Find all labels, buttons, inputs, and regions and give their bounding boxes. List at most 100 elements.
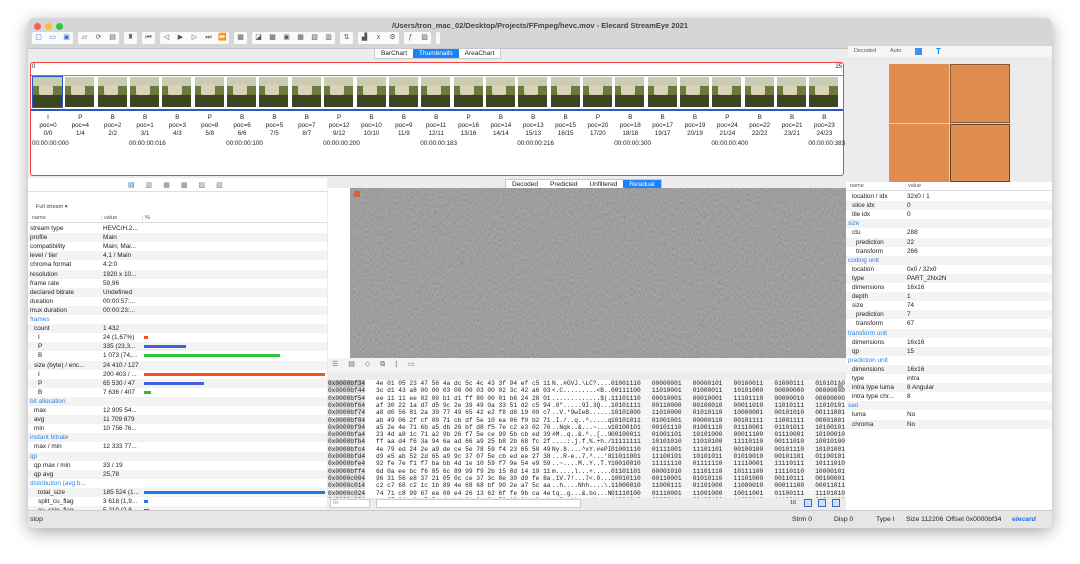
table-row[interactable]: qp 15 <box>846 346 1052 356</box>
table-row[interactable]: mux duration 00:00:23:... <box>28 305 327 315</box>
hex-row[interactable]: 0x0000bfd4 d9 e5 ab 52 2d 65 a9 9c 37 07 … <box>328 453 846 461</box>
table-row[interactable]: split_cu_flag 3 618 (1,9... <box>28 497 327 506</box>
table-row[interactable]: prediction 7 <box>846 310 1052 320</box>
frame-thumbnail[interactable] <box>193 76 225 108</box>
reload-icon[interactable]: ⟳ <box>94 32 103 44</box>
table-row[interactable]: stream type HEVC/H.2... <box>28 224 327 233</box>
table-row[interactable]: location 0x0 / 32x0 <box>846 264 1052 274</box>
frame-thumbnail[interactable] <box>355 76 387 108</box>
table-row[interactable]: duration 00:00:57:... <box>28 296 327 306</box>
view-mode-1-button[interactable] <box>804 499 812 507</box>
compare-icon[interactable]: ▨ <box>420 32 429 44</box>
hex-row[interactable]: 0x0000bfa4 23 4d a8 1c 71 a2 9b 26 f7 5e … <box>328 431 846 439</box>
frame-thumbnail[interactable] <box>581 76 613 108</box>
play-icon[interactable]: ▶ <box>176 32 185 44</box>
prev-frame-icon[interactable]: ◁ <box>162 32 171 44</box>
frame-thumbnail[interactable] <box>64 76 96 108</box>
info-view-icon[interactable]: ▤ <box>128 181 135 189</box>
frame-thumbnail[interactable] <box>614 76 646 108</box>
frame-thumbnail[interactable] <box>743 76 775 108</box>
blocks-icon[interactable]: ▩ <box>268 32 277 44</box>
hex-row[interactable]: 0x0000bf54 ee 11 11 ee 02 00 b1 d1 ff 80 … <box>328 394 846 402</box>
table-row[interactable]: resolution 1920 x 10... <box>28 269 327 279</box>
frame-thumbnail[interactable] <box>290 76 322 108</box>
section-header[interactable]: frames <box>28 315 327 324</box>
hex-row[interactable]: 0x0000bf44 3c d1 43 a8 00 00 03 00 00 03 … <box>328 387 846 395</box>
table-row[interactable]: declared bitrate Undefined <box>28 287 327 297</box>
frame-thumbnail[interactable] <box>96 76 128 108</box>
table-row[interactable]: min 10 756 76... <box>28 424 327 434</box>
table-row[interactable]: type PART_2Nx2N <box>846 273 1052 283</box>
section-header[interactable]: sao <box>846 401 1052 411</box>
table-row[interactable]: count 1 432 <box>28 324 327 334</box>
block-quadrant[interactable] <box>889 123 949 182</box>
frame-thumbnail[interactable] <box>420 76 452 108</box>
table-row[interactable]: location / idx 32x0 / 1 <box>846 192 1052 201</box>
hex-search-input[interactable] <box>376 499 581 508</box>
hex-view-icon[interactable]: ☰ <box>332 358 338 372</box>
compare-icon[interactable]: ⧉ <box>380 358 385 372</box>
table-row[interactable]: max / min 12 333 77... <box>28 442 327 452</box>
table-row[interactable]: prediction 22 <box>846 237 1052 247</box>
fast-forward-icon[interactable]: ⏩ <box>218 32 227 44</box>
frame-thumbnail[interactable] <box>808 76 840 108</box>
grid-icon[interactable]: ▦ <box>236 32 245 44</box>
frame-thumbnail[interactable] <box>387 76 419 108</box>
frame-thumbnail[interactable] <box>258 76 290 108</box>
block-quadrant[interactable] <box>889 64 949 123</box>
table-row[interactable]: ctu 288 <box>846 228 1052 238</box>
frame-thumbnail[interactable] <box>679 76 710 108</box>
open-file-icon[interactable]: ▱ <box>80 32 89 44</box>
table-row[interactable]: I 24 (1,67%) <box>28 333 327 343</box>
hex-row[interactable]: 0x0000c024 74 71 c8 99 67 ea 00 e4 26 13 … <box>328 489 846 497</box>
frame-thumbnail[interactable] <box>517 76 549 108</box>
frame-thumbnail[interactable] <box>161 76 193 108</box>
table-row[interactable]: qp avg 25,78 <box>28 469 327 479</box>
first-frame-icon[interactable]: ⏮ <box>144 32 153 44</box>
layout-left-icon[interactable]: ▢ <box>34 32 43 44</box>
chart-view-icon[interactable]: ▨ <box>199 181 206 189</box>
pattern-icon[interactable]: ▧ <box>310 32 319 44</box>
table-row[interactable]: P 335 (23,3... <box>28 342 327 352</box>
mv-icon[interactable]: ▣ <box>282 32 291 44</box>
frame-thumbnail[interactable] <box>776 76 808 108</box>
table-row[interactable]: size 74 <box>846 301 1052 311</box>
table-row[interactable]: dimensions 16x16 <box>846 364 1052 374</box>
bitrate-icon[interactable]: ⇅ <box>342 32 351 44</box>
layout-bottom-icon[interactable]: ▭ <box>48 32 57 44</box>
table-row[interactable]: dimensions 16x16 <box>846 283 1052 292</box>
grid-view-icon[interactable]: ▩ <box>181 181 188 189</box>
chart-icon[interactable]: ▟ <box>360 32 369 44</box>
frame-thumbnail[interactable] <box>646 76 678 108</box>
settings-icon[interactable]: ⚙ <box>388 32 397 44</box>
table-row[interactable]: frame rate 59,96 <box>28 278 327 288</box>
hex-row[interactable]: 0x0000bf34 4e 01 05 23 47 56 4a dc 5c 4c … <box>328 380 846 388</box>
column-header[interactable]: name <box>30 215 46 221</box>
color-picker-icon[interactable] <box>915 48 922 55</box>
table-row[interactable]: avg 11 709 879 <box>28 415 327 425</box>
frame-thumbnail[interactable] <box>484 76 516 108</box>
table-row[interactable]: size (byte) / enc... 24 410 / 127 <box>28 360 327 370</box>
table-row[interactable]: tile idx 0 <box>846 210 1052 220</box>
tab-barchart[interactable]: BarChart <box>375 49 413 58</box>
section-header[interactable]: qp <box>28 451 327 461</box>
table-row[interactable]: luma No <box>846 410 1052 420</box>
table-row[interactable]: type intra <box>846 374 1052 383</box>
frame-thumbnail[interactable] <box>129 76 161 108</box>
column-header[interactable]: value <box>905 183 921 189</box>
section-header[interactable]: transform unit <box>846 328 1052 338</box>
column-header[interactable]: value <box>101 215 117 221</box>
table-row[interactable]: transform 266 <box>846 246 1052 256</box>
next-frame-icon[interactable]: ▷ <box>190 32 199 44</box>
table-row[interactable]: chroma format 4:2:0 <box>28 260 327 270</box>
last-frame-icon[interactable]: ⏭ <box>204 32 213 44</box>
frame-thumbnail[interactable] <box>32 76 63 108</box>
speed-icon[interactable]: x <box>374 32 383 44</box>
stream-selector-dropdown[interactable]: Full stream ▾ <box>36 204 68 210</box>
view-mode-2-button[interactable] <box>818 499 826 507</box>
block-quadrant[interactable] <box>950 64 1010 123</box>
view-mode-3-button[interactable] <box>832 499 840 507</box>
header-view-icon[interactable]: ▦ <box>163 181 170 189</box>
tab-areachart[interactable]: AreaChart <box>459 49 501 58</box>
hex-row[interactable]: 0x0000bf94 a5 2e 4e 71 6b a5 db 26 bf d8 … <box>328 423 846 432</box>
